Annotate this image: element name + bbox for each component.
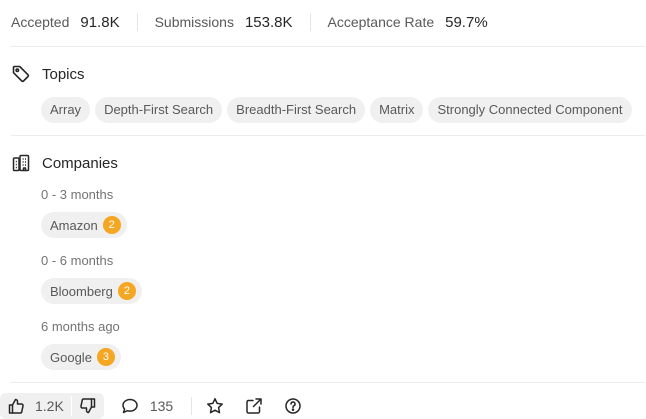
companies-header[interactable]: Companies [11, 153, 118, 173]
like-button[interactable]: 1.2K [0, 393, 71, 419]
company-tag-bloomberg[interactable]: Bloomberg 2 [41, 278, 142, 304]
period-label: 0 - 3 months [41, 187, 114, 202]
topic-tag[interactable]: Matrix [370, 97, 424, 123]
comments-button[interactable]: 135 [121, 397, 173, 415]
topic-tag[interactable]: Strongly Connected Component [428, 97, 632, 123]
dislike-button[interactable] [72, 393, 104, 419]
topics-title: Topics [42, 65, 85, 83]
stat-accepted: Accepted 91.8K [11, 14, 120, 31]
thumbs-down-icon [79, 397, 97, 415]
vote-group: 1.2K [0, 393, 104, 419]
building-icon [11, 153, 31, 173]
companies-title: Companies [42, 154, 118, 172]
stat-value: 153.8K [244, 13, 293, 31]
thumbs-up-icon [7, 397, 25, 415]
tag-icon [11, 64, 31, 84]
divider [11, 382, 645, 383]
company-tag-amazon[interactable]: Amazon 2 [41, 212, 127, 238]
stat-value: 91.8K [80, 13, 120, 31]
period-label: 6 months ago [41, 319, 120, 334]
stat-label: Submissions [154, 14, 234, 30]
stat-value: 59.7% [445, 13, 488, 31]
divider [11, 46, 645, 47]
topics-header[interactable]: Topics [11, 64, 85, 84]
share-icon[interactable] [245, 397, 263, 415]
stats-bar: Accepted 91.8K Submissions 153.8K Accept… [11, 11, 488, 33]
comment-count: 135 [149, 398, 174, 414]
action-bar: 1.2K 135 [0, 393, 323, 419]
stat-label: Accepted [11, 14, 70, 30]
topic-tag[interactable]: Breadth-First Search [227, 97, 366, 123]
company-name: Google [50, 349, 92, 365]
topic-tag[interactable]: Array [41, 97, 91, 123]
stat-acceptance-rate: Acceptance Rate 59.7% [328, 14, 488, 31]
stat-submissions: Submissions 153.8K [155, 14, 293, 31]
divider [11, 135, 645, 136]
divider [191, 397, 193, 415]
like-count: 1.2K [35, 398, 64, 414]
company-name: Bloomberg [50, 283, 113, 299]
stat-label: Acceptance Rate [327, 14, 435, 30]
company-tag-google[interactable]: Google 3 [41, 344, 121, 370]
star-icon[interactable] [206, 397, 224, 415]
count-badge: 3 [96, 348, 115, 366]
count-badge: 2 [102, 216, 121, 234]
company-name: Amazon [50, 217, 98, 233]
comment-icon [121, 397, 139, 415]
divider [309, 13, 311, 31]
help-icon[interactable] [284, 397, 302, 415]
topic-tag-list: Array Depth-First Search Breadth-First S… [41, 97, 637, 123]
count-badge: 2 [117, 282, 136, 300]
period-label: 0 - 6 months [41, 253, 114, 268]
topic-tag[interactable]: Depth-First Search [95, 97, 223, 123]
divider [136, 13, 138, 31]
